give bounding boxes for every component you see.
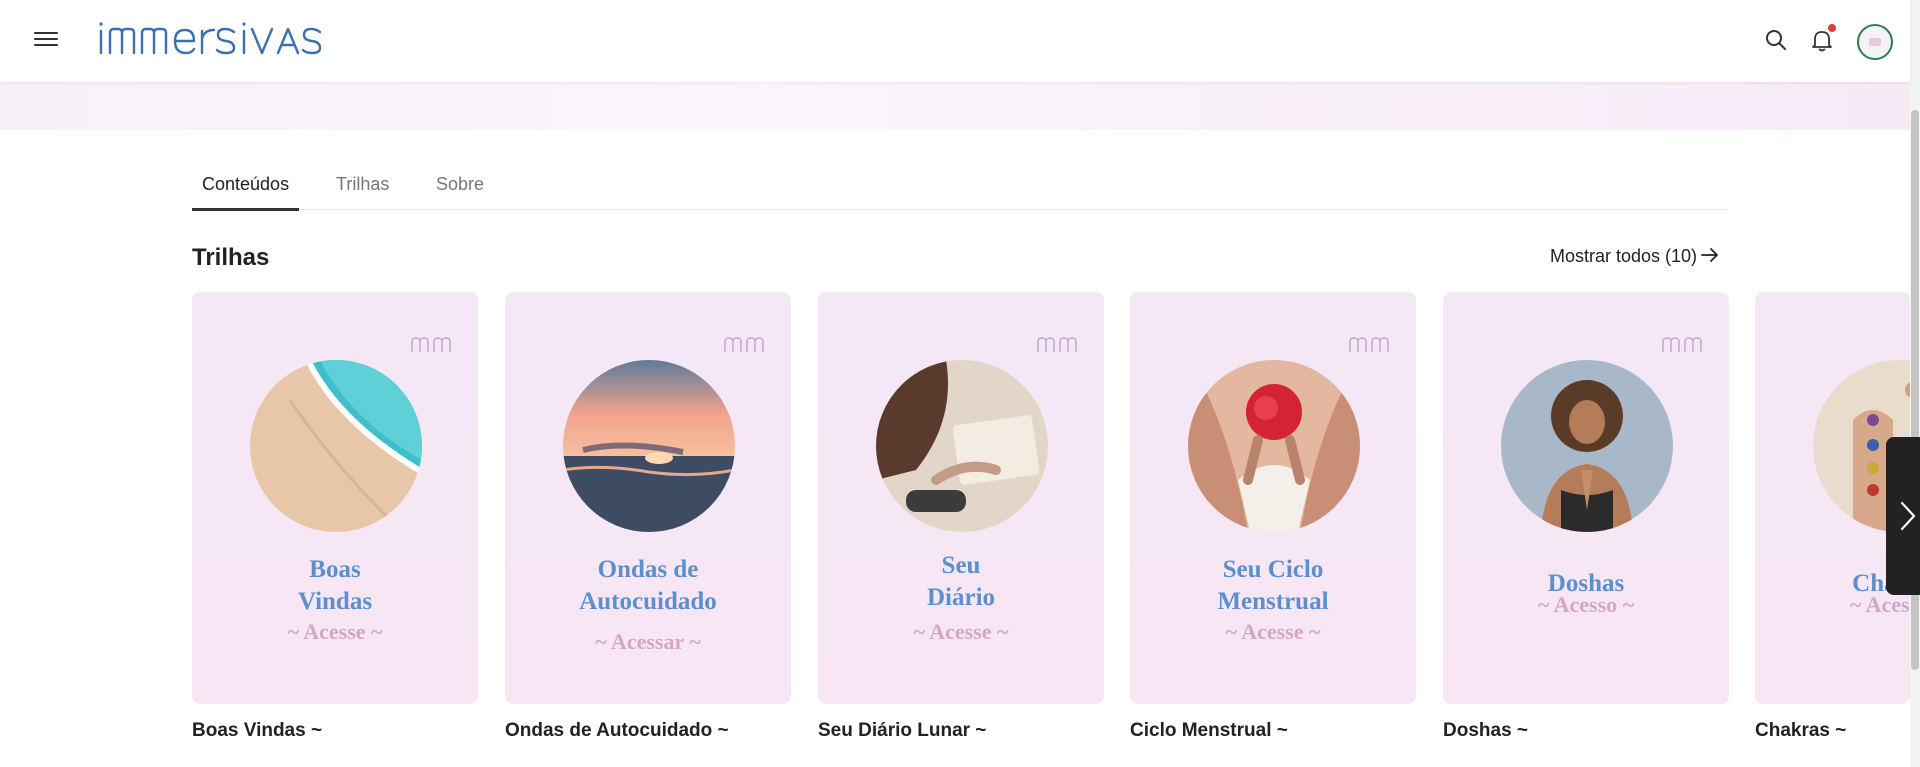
page-scrollbar[interactable] [1910, 0, 1920, 767]
card-label[interactable]: Seu Diário Lunar ~ [818, 720, 986, 742]
card-title-line: Vindas [297, 588, 373, 615]
wave-icon [1348, 336, 1390, 359]
card-label[interactable]: Doshas ~ [1443, 720, 1528, 742]
tab-bar: Conteúdos Trilhas Sobre [192, 164, 1728, 211]
card-seu-diario[interactable]: Seu Diário ~ Acesse ~ [818, 292, 1104, 704]
card-title-line: Autocuidado [579, 588, 717, 615]
card-title-line: Boas [309, 556, 361, 583]
search-icon[interactable] [1762, 26, 1790, 54]
top-header [0, 0, 1910, 82]
card-photo-flower [1188, 360, 1360, 532]
wave-icon [1661, 336, 1703, 359]
bell-icon[interactable] [1808, 24, 1836, 54]
card-ondas-autocuidado[interactable]: Ondas de Autocuidado ~ Acessar ~ [505, 292, 791, 704]
wave-icon [410, 336, 452, 359]
card-label[interactable]: Boas Vindas ~ [192, 720, 322, 742]
card-title-line: Seu [941, 552, 981, 579]
card-label[interactable]: Chakras ~ [1755, 720, 1846, 742]
wave-icon [1036, 336, 1078, 359]
card-photo-journal [876, 360, 1048, 532]
card-subtitle: ~ Acesse ~ [913, 619, 1009, 644]
chevron-right-icon [1900, 501, 1916, 531]
immersivas-logo[interactable] [98, 20, 356, 64]
card-photo-beach [250, 360, 422, 532]
card-photo-sunset [563, 360, 735, 532]
tab-sobre[interactable]: Sobre [426, 168, 494, 208]
tab-trilhas[interactable]: Trilhas [326, 168, 399, 208]
arrow-right-icon [1701, 246, 1719, 267]
carousel-next-button[interactable] [1886, 437, 1920, 595]
show-all-link[interactable]: Mostrar todos (10) [1550, 246, 1719, 267]
logo-wordmark [99, 22, 322, 55]
card-subtitle: ~ Acesse ~ [1225, 619, 1321, 644]
card-doshas[interactable]: Doshas ~ Acesso ~ [1443, 292, 1729, 704]
card-photo-meditation [1501, 360, 1673, 532]
card-title-line: Diário [926, 584, 996, 611]
hero-banner [0, 82, 1910, 130]
notification-dot [1828, 24, 1836, 32]
show-all-label: Mostrar todos (10) [1550, 246, 1698, 266]
wave-icon [723, 336, 765, 359]
card-label[interactable]: Ondas de Autocuidado ~ [505, 720, 729, 742]
card-ciclo-menstrual[interactable]: Seu Ciclo Menstrual ~ Acesse ~ [1130, 292, 1416, 704]
avatar[interactable] [1857, 24, 1893, 60]
tab-conteudos[interactable]: Conteúdos [192, 168, 300, 211]
card-subtitle: ~ Acesso ~ [1849, 592, 1910, 617]
hamburger-menu-icon[interactable] [34, 28, 58, 52]
card-boas-vindas[interactable]: Boas Vindas ~ Acesse ~ [192, 292, 478, 704]
card-title-line: Menstrual [1217, 588, 1329, 615]
card-title-line: Ondas de [597, 556, 699, 583]
card-subtitle: ~ Acesso ~ [1537, 592, 1635, 617]
card-subtitle: ~ Acessar ~ [595, 629, 701, 654]
section-title: Trilhas [192, 244, 270, 271]
card-subtitle: ~ Acesse ~ [287, 619, 383, 644]
card-label[interactable]: Ciclo Menstrual ~ [1130, 720, 1288, 742]
card-title-line: Seu Ciclo [1222, 556, 1324, 583]
